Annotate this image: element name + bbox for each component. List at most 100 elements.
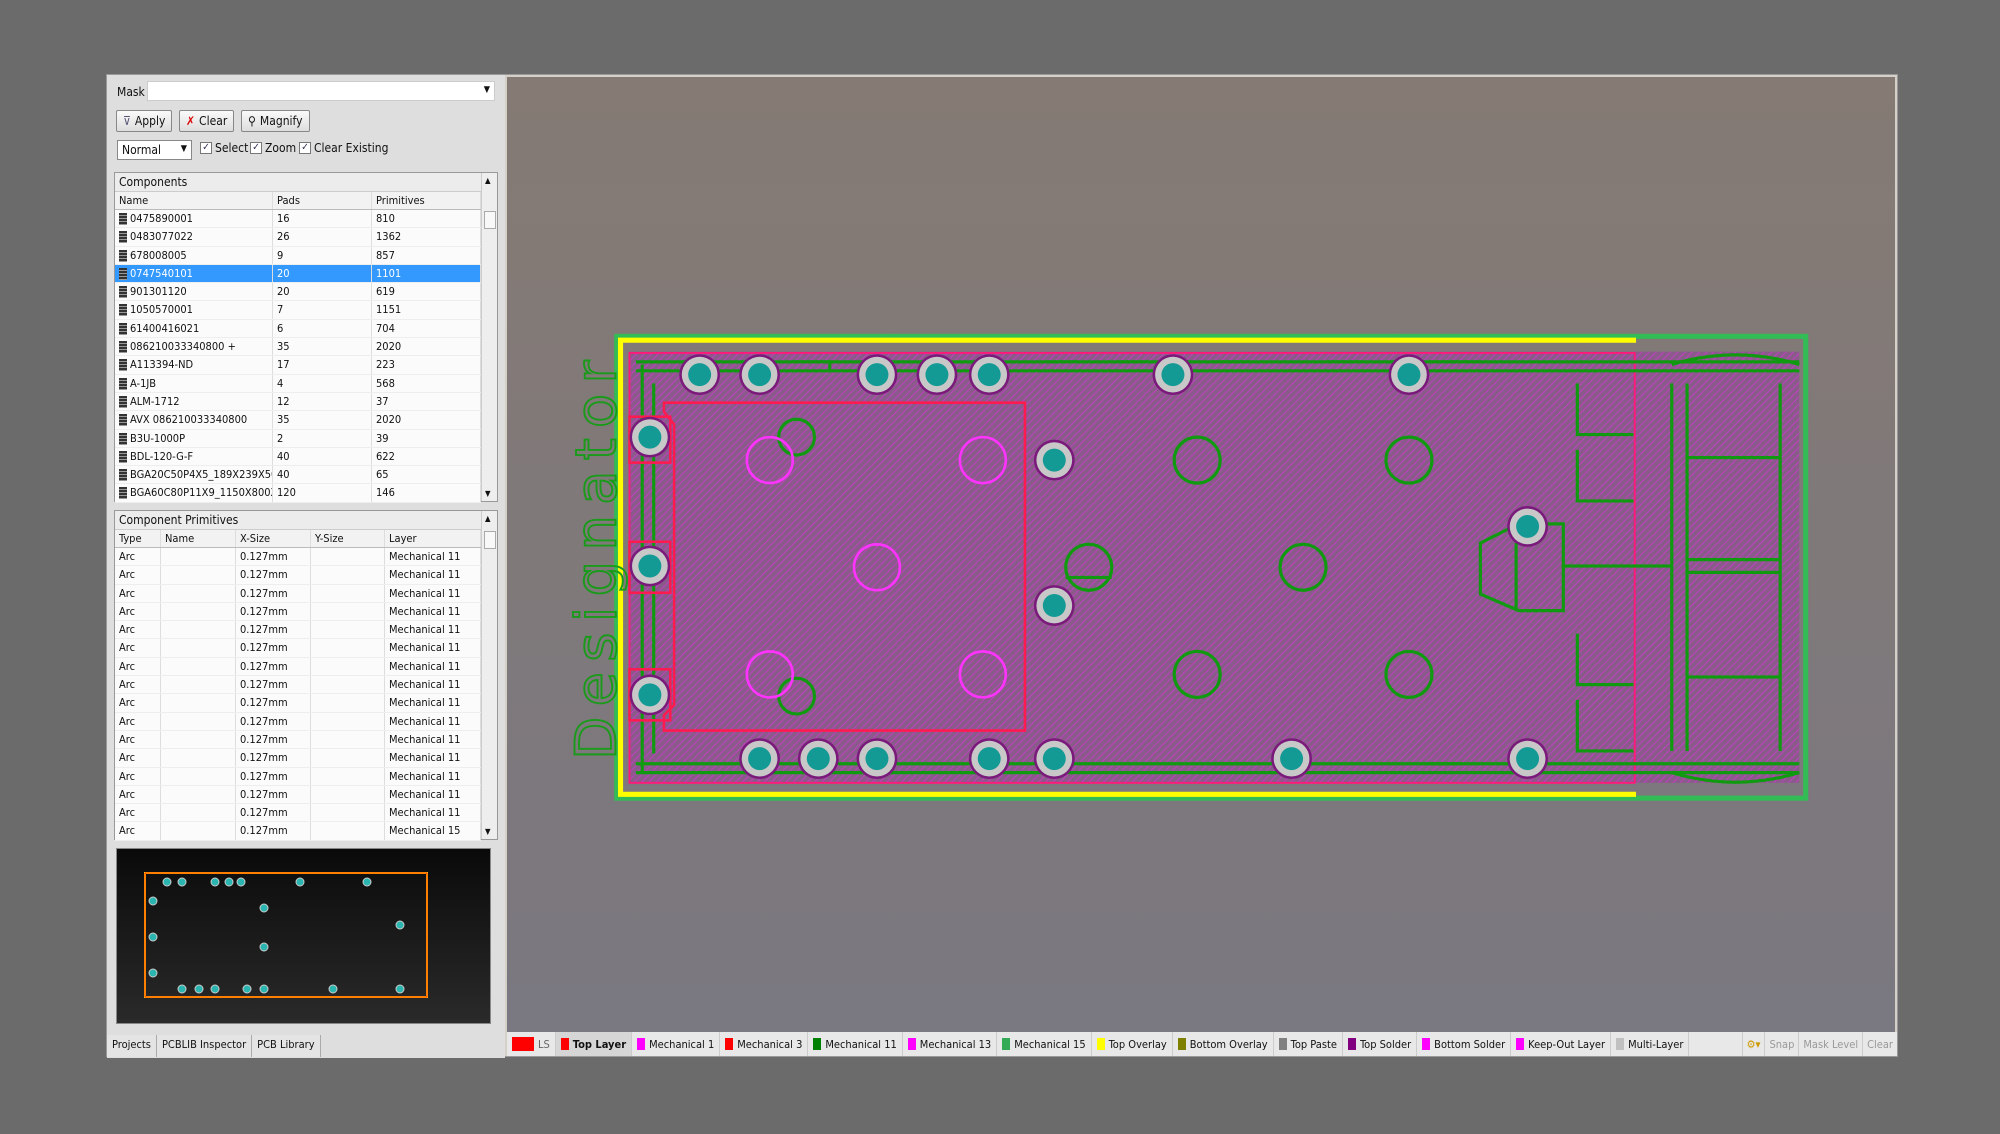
layer-color-swatch bbox=[560, 1038, 569, 1050]
col-name[interactable]: Name bbox=[161, 530, 236, 547]
component-primitives: 2020 bbox=[372, 411, 481, 429]
layer-tab[interactable]: Top Layer bbox=[555, 1032, 633, 1056]
primitive-row[interactable]: Arc 0.127mm Mechanical 11 bbox=[115, 730, 481, 750]
primitive-type: Arc bbox=[115, 548, 161, 566]
component-row[interactable]: ALM-1712 12 37 bbox=[115, 392, 481, 412]
primitive-y-size bbox=[311, 548, 385, 566]
layer-tab[interactable]: Top Solder bbox=[1343, 1032, 1418, 1056]
component-row[interactable]: AVX 086210033340800 35 2020 bbox=[115, 411, 481, 430]
component-row[interactable]: BDL-120-G-F 40 622 bbox=[115, 447, 481, 467]
pad bbox=[638, 683, 662, 707]
component-row[interactable]: B3U-1000P 2 39 bbox=[115, 429, 481, 448]
component-row[interactable]: A-1JB 4 568 bbox=[115, 374, 481, 393]
checkbox-icon: ✓ bbox=[250, 142, 262, 154]
layer-tab[interactable]: Mechanical 3 bbox=[720, 1032, 809, 1056]
component-row[interactable]: 1050570001 7 1151 bbox=[115, 301, 481, 320]
pad bbox=[1280, 747, 1304, 771]
component-icon bbox=[119, 322, 127, 335]
components-scrollbar[interactable]: ▲ ▼ bbox=[481, 173, 497, 501]
mask-level-button[interactable]: Mask Level bbox=[1798, 1032, 1862, 1056]
layer-tab[interactable]: Mechanical 13 bbox=[903, 1032, 998, 1056]
pad bbox=[748, 747, 772, 771]
select-checkbox[interactable]: ✓ Select bbox=[200, 141, 248, 155]
component-row[interactable]: 678008005 9 857 bbox=[115, 246, 481, 265]
component-icon bbox=[119, 231, 127, 244]
primitive-row[interactable]: Arc 0.127mm Mechanical 11 bbox=[115, 639, 481, 658]
pcb-canvas[interactable]: Designator bbox=[507, 77, 1895, 1032]
primitive-row[interactable]: Arc 0.127mm Mechanical 11 bbox=[115, 804, 481, 823]
primitive-x-size: 0.127mm bbox=[236, 785, 311, 804]
layer-tab[interactable]: Top Paste bbox=[1274, 1032, 1343, 1056]
current-layer-set[interactable]: LS bbox=[507, 1032, 556, 1056]
primitive-row[interactable]: Arc 0.127mm Mechanical 11 bbox=[115, 584, 481, 603]
component-row[interactable]: A113394-ND 17 223 bbox=[115, 356, 481, 375]
primitive-layer: Mechanical 11 bbox=[385, 639, 481, 657]
layer-tab[interactable]: Bottom Overlay bbox=[1173, 1032, 1274, 1056]
component-row[interactable]: 901301120 20 619 bbox=[115, 283, 481, 302]
pad bbox=[748, 363, 772, 387]
layer-filter-icon[interactable]: ⚙▾ bbox=[1741, 1032, 1765, 1056]
primitive-row[interactable]: Arc 0.127mm Mechanical 11 bbox=[115, 712, 481, 731]
primitive-row[interactable]: Arc 0.127mm Mechanical 11 bbox=[115, 566, 481, 585]
primitive-row[interactable]: Arc 0.127mm Mechanical 11 bbox=[115, 602, 481, 622]
zoom-checkbox[interactable]: ✓ Zoom bbox=[250, 141, 296, 155]
components-title: Components bbox=[115, 173, 481, 192]
clear-existing-checkbox[interactable]: ✓ Clear Existing bbox=[299, 141, 388, 155]
layer-tab[interactable]: Mechanical 15 bbox=[997, 1032, 1092, 1056]
col-primitives[interactable]: Primitives bbox=[372, 192, 481, 209]
component-pads: 35 bbox=[273, 411, 372, 429]
primitive-row[interactable]: Arc 0.127mm Mechanical 11 bbox=[115, 767, 481, 786]
apply-button[interactable]: ⊽ Apply bbox=[116, 110, 173, 132]
snap-button[interactable]: Snap bbox=[1764, 1032, 1798, 1056]
tab-pcb-library[interactable]: PCB Library bbox=[252, 1035, 321, 1057]
col-layer[interactable]: Layer bbox=[385, 530, 481, 547]
layer-tab[interactable]: Keep-Out Layer bbox=[1511, 1032, 1612, 1056]
component-row[interactable]: 086210033340800 +35 2020 bbox=[115, 338, 481, 357]
component-row[interactable]: 0483077022 26 1362 bbox=[115, 228, 481, 247]
component-row[interactable]: 61400416021 6 704 bbox=[115, 319, 481, 339]
mode-select[interactable]: Normal ▼ bbox=[117, 140, 192, 160]
primitive-name bbox=[161, 657, 236, 676]
primitive-row[interactable]: Arc 0.127mm Mechanical 11 bbox=[115, 548, 481, 567]
clear-button[interactable]: Clear bbox=[1862, 1032, 1897, 1056]
layer-tab[interactable]: Bottom Solder bbox=[1417, 1032, 1512, 1056]
layer-tab[interactable]: Top Overlay bbox=[1092, 1032, 1173, 1056]
col-y-size[interactable]: Y-Size bbox=[311, 530, 385, 547]
tab-pcblib-inspector[interactable]: PCBLIB Inspector bbox=[156, 1035, 253, 1057]
mask-input[interactable]: ▼ bbox=[147, 81, 495, 101]
col-name[interactable]: Name bbox=[115, 192, 273, 209]
clear-button[interactable]: ✗ Clear bbox=[179, 110, 235, 132]
component-icon bbox=[119, 267, 127, 280]
layer-tab[interactable]: Mechanical 11 bbox=[808, 1032, 903, 1056]
component-row[interactable]: BGA60C80P11X9_1150X800X1 120 146 bbox=[115, 484, 481, 503]
primitive-row[interactable]: Arc 0.127mm Mechanical 15 bbox=[115, 822, 481, 841]
col-x-size[interactable]: X-Size bbox=[236, 530, 311, 547]
component-row[interactable]: 0747540101 20 1101 bbox=[115, 264, 481, 284]
primitive-row[interactable]: Arc 0.127mm Mechanical 11 bbox=[115, 621, 481, 640]
layer-tab[interactable]: Multi-Layer bbox=[1611, 1032, 1690, 1056]
pad bbox=[1042, 747, 1066, 771]
component-primitives: 1101 bbox=[372, 264, 481, 283]
magnify-button[interactable]: ⚲ Magnify bbox=[241, 110, 310, 132]
primitive-row[interactable]: Arc 0.127mm Mechanical 11 bbox=[115, 657, 481, 677]
board-minimap[interactable] bbox=[116, 848, 491, 1024]
col-type[interactable]: Type bbox=[115, 530, 161, 547]
primitive-row[interactable]: Arc 0.127mm Mechanical 11 bbox=[115, 676, 481, 695]
col-pads[interactable]: Pads bbox=[273, 192, 372, 209]
component-row[interactable]: 0475890001 16 810 bbox=[115, 210, 481, 229]
primitive-layer: Mechanical 11 bbox=[385, 694, 481, 712]
layer-tab[interactable]: Mechanical 1 bbox=[632, 1032, 721, 1056]
primitive-row[interactable]: Arc 0.127mm Mechanical 11 bbox=[115, 785, 481, 805]
primitive-type: Arc bbox=[115, 804, 161, 822]
primitive-row[interactable]: Arc 0.127mm Mechanical 11 bbox=[115, 694, 481, 713]
component-row[interactable]: BGA20C50P4X5_189X239X50 40 65 bbox=[115, 466, 481, 485]
panel-tabs: Projects PCBLIB Inspector PCB Library bbox=[107, 1035, 321, 1057]
pad bbox=[1397, 363, 1421, 387]
layer-color-swatch bbox=[1002, 1038, 1011, 1050]
mask-label: Mask bbox=[117, 85, 145, 99]
chevron-down-icon[interactable]: ▼ bbox=[484, 85, 490, 95]
primitive-row[interactable]: Arc 0.127mm Mechanical 11 bbox=[115, 749, 481, 768]
primitives-scrollbar[interactable]: ▲ ▼ bbox=[481, 511, 497, 839]
tab-projects[interactable]: Projects bbox=[107, 1035, 157, 1057]
component-pads: 40 bbox=[273, 447, 372, 466]
